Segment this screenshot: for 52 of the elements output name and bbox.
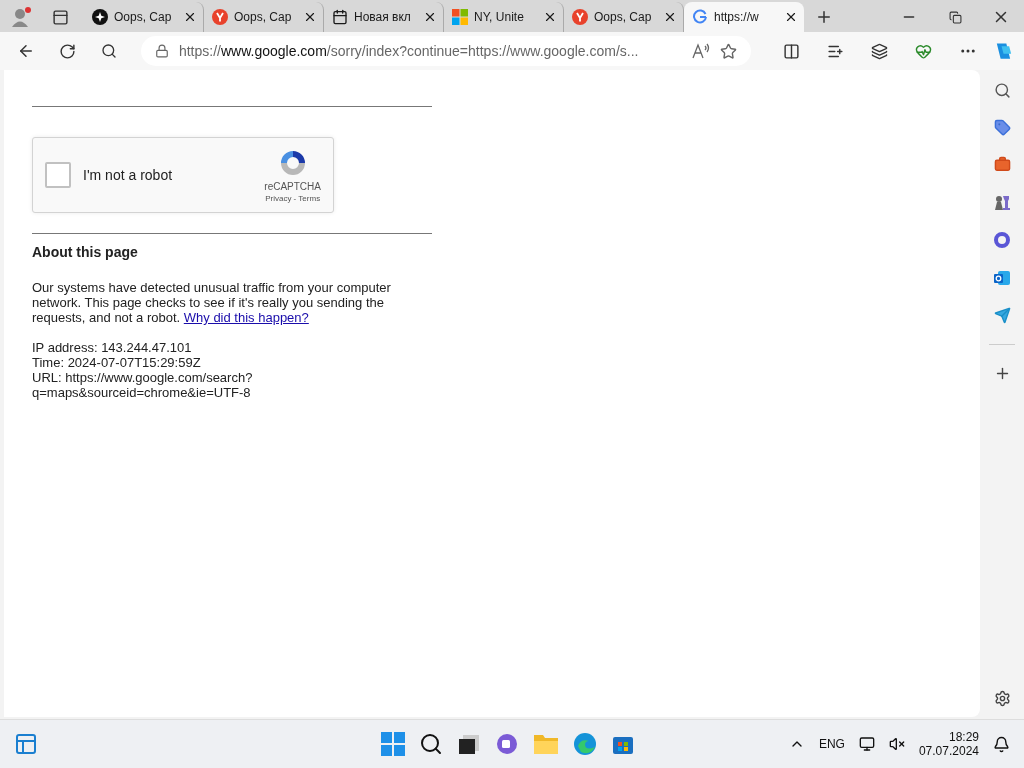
- letter-y-icon: [572, 9, 588, 25]
- widgets-icon[interactable]: [14, 732, 38, 756]
- clock-date: 07.07.2024: [918, 744, 979, 758]
- search-icon[interactable]: [419, 732, 444, 756]
- detail-line: Time: 2024-07-07T15:29:59Z: [32, 355, 202, 370]
- tab-title: https://w: [714, 10, 760, 24]
- settings-icon[interactable]: [993, 690, 1011, 707]
- four-squares-icon: [452, 9, 468, 25]
- favorite-star-icon[interactable]: [719, 42, 737, 60]
- circle-star-icon: [92, 9, 108, 25]
- close-icon[interactable]: [543, 10, 557, 24]
- recaptcha-label: reCAPTCHA: [264, 181, 321, 192]
- close-icon[interactable]: [784, 10, 798, 24]
- tab-title: Oops, Cap: [114, 10, 173, 24]
- privacy-terms-links[interactable]: Privacy - Terms: [265, 194, 321, 203]
- close-icon[interactable]: [303, 10, 317, 24]
- checkbox-label: I'm not a robot: [83, 167, 174, 183]
- letter-g-icon: [692, 9, 708, 25]
- browser-tab[interactable]: https://w: [684, 2, 804, 32]
- checkbox[interactable]: [45, 162, 71, 188]
- explanation-text: Our systems have detected unusual traffic from your computer network. This page checks to see if it's really you sending the requests, and not a robot. Why did this happen?: [32, 280, 392, 325]
- mail-icon[interactable]: [993, 269, 1011, 287]
- tag-icon[interactable]: [993, 119, 1011, 136]
- language-indicator[interactable]: ENG: [818, 737, 845, 751]
- tab-title: Oops, Cap: [234, 10, 293, 24]
- detail-line: URL: https://www.google.com/search?q=maps&sourceid=chrome&ie=UTF-8: [32, 370, 254, 400]
- why-link[interactable]: Why did this happen?: [183, 310, 309, 325]
- chess-pieces-icon[interactable]: [993, 193, 1011, 211]
- read-aloud-icon[interactable]: [691, 43, 710, 59]
- close-icon[interactable]: [183, 10, 197, 24]
- address-bar[interactable]: https://www.google.com/sorry/index?continue=https://www.google.com/s...: [140, 36, 751, 66]
- muted-speaker-icon[interactable]: [888, 736, 905, 752]
- tab-title: Oops, Cap: [594, 10, 653, 24]
- paper-plane-icon[interactable]: [993, 307, 1011, 324]
- lock-icon: [154, 44, 169, 58]
- tab-title: Новая вкл: [354, 10, 412, 24]
- clock-time: 18:29: [948, 730, 979, 744]
- briefcase-icon[interactable]: [993, 156, 1011, 173]
- edge-browser-icon[interactable]: [573, 732, 598, 756]
- notification-bell-icon[interactable]: [993, 735, 1010, 753]
- windows-start-icon[interactable]: [381, 732, 406, 756]
- section-heading: About this page: [32, 244, 139, 260]
- letter-y-icon: [212, 9, 228, 25]
- chat-icon[interactable]: [495, 732, 520, 756]
- close-icon[interactable]: [663, 10, 677, 24]
- url-text: https://www.google.com/sorry/index?continue=https://www.google.com/s...: [178, 43, 640, 59]
- tab-title: NY, Unite: [474, 10, 525, 24]
- close-icon[interactable]: [423, 10, 437, 24]
- network-icon[interactable]: [858, 736, 875, 752]
- search-icon[interactable]: [993, 82, 1011, 99]
- task-view-icon[interactable]: [457, 732, 482, 756]
- detail-line: IP address: 143.244.47.101: [32, 340, 193, 355]
